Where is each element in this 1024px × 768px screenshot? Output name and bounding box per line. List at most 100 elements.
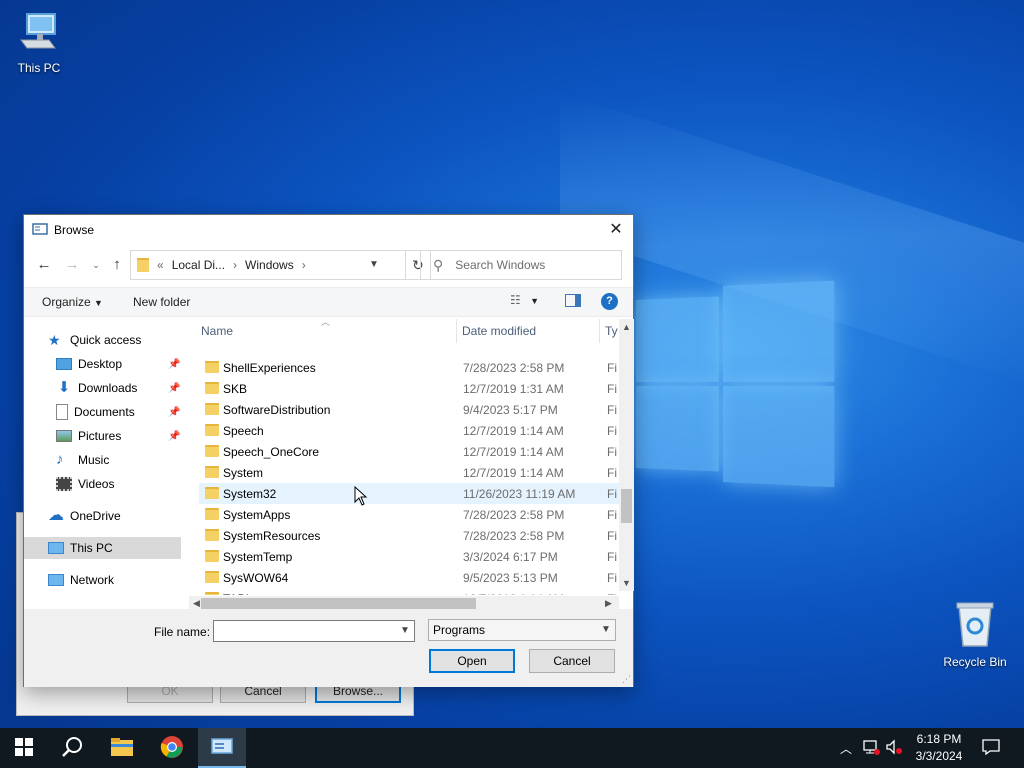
pin-icon: 📌	[168, 383, 181, 394]
back-button[interactable]: ←	[34, 255, 54, 275]
file-row[interactable]: SoftwareDistribution 9/4/2023 5:17 PM Fi	[199, 399, 619, 420]
chevron-up-icon: ︿	[839, 741, 852, 756]
folder-icon	[205, 382, 219, 394]
file-date: 12/7/2019 1:31 AM	[463, 381, 564, 396]
file-type: Fi	[607, 549, 617, 564]
pin-icon: 📌	[168, 359, 181, 370]
file-date: 9/5/2023 5:13 PM	[463, 570, 558, 585]
file-type: Fi	[607, 402, 617, 417]
nav-onedrive[interactable]: ☁ OneDrive	[48, 505, 121, 527]
file-type-select[interactable]: Programs ▼	[428, 619, 616, 641]
resize-grip-icon[interactable]: ⋰	[622, 674, 631, 685]
file-row[interactable]: System32 11/26/2023 11:19 AM Fi	[199, 483, 619, 504]
folder-icon	[205, 361, 219, 373]
preview-pane-button[interactable]	[565, 294, 581, 310]
recent-locations-button[interactable]: ⌄	[86, 255, 106, 275]
nav-desktop[interactable]: Desktop	[56, 353, 186, 375]
file-row[interactable]: Speech 12/7/2019 1:14 AM Fi	[199, 420, 619, 441]
close-icon: ✕	[609, 221, 623, 238]
column-separator[interactable]	[599, 319, 600, 343]
new-folder-button[interactable]: New folder	[133, 295, 190, 309]
file-row[interactable]: SysWOW64 9/5/2023 5:13 PM Fi	[199, 567, 619, 588]
taskbar-chrome[interactable]	[148, 728, 196, 768]
file-name: SystemResources	[223, 528, 321, 543]
taskbar-clock[interactable]: 6:18 PM 3/3/2024	[904, 731, 974, 765]
network-icon	[862, 739, 880, 758]
file-row[interactable]: System 12/7/2019 1:14 AM Fi	[199, 462, 619, 483]
show-hidden-icons-button[interactable]: ︿	[836, 728, 856, 768]
nav-label: Videos	[78, 477, 115, 491]
column-header-type[interactable]: Ty	[605, 319, 618, 343]
address-bar[interactable]: « Local Di... › Windows › ▼ ↻	[130, 250, 431, 280]
chevron-down-icon[interactable]: ▼	[398, 621, 412, 641]
address-dropdown[interactable]: ▼	[365, 251, 383, 279]
file-date: 12/7/2019 1:14 AM	[463, 592, 564, 596]
up-button[interactable]: ↑	[107, 255, 127, 275]
address-separator[interactable]: ›	[233, 258, 237, 272]
nav-label: Desktop	[78, 357, 123, 371]
start-button[interactable]	[0, 728, 48, 768]
nav-documents[interactable]: Documents	[56, 401, 186, 423]
nav-label: Pictures	[78, 429, 122, 443]
nav-downloads[interactable]: ⬇ Downloads	[56, 377, 186, 399]
file-row[interactable]: SystemTemp 3/3/2024 6:17 PM Fi	[199, 546, 619, 567]
desktop-icon-this-pc[interactable]: This PC	[4, 10, 74, 75]
computer-icon	[48, 542, 64, 554]
column-separator[interactable]	[456, 319, 457, 343]
file-date: 3/3/2024 6:17 PM	[463, 549, 558, 564]
desktop-icon-label: This PC	[17, 61, 61, 75]
organize-button[interactable]: Organize ▼	[42, 295, 103, 309]
scroll-up-icon[interactable]: ▲	[619, 319, 634, 335]
column-header-date[interactable]: Date modified	[462, 319, 536, 343]
chevron-down-icon[interactable]: ▼	[599, 620, 613, 640]
vertical-scrollbar[interactable]: ▲ ▼	[619, 319, 634, 591]
nav-this-pc[interactable]: This PC	[24, 537, 181, 559]
close-button[interactable]: ✕	[605, 219, 627, 241]
file-row[interactable]: SystemResources 7/28/2023 2:58 PM Fi	[199, 525, 619, 546]
file-type: Fi	[607, 423, 617, 438]
help-button[interactable]: ?	[601, 293, 618, 310]
view-options-button[interactable]: ☷ ▼	[510, 293, 539, 307]
address-separator[interactable]: ›	[302, 258, 306, 272]
nav-label: Music	[78, 453, 110, 467]
network-status-button[interactable]	[858, 728, 884, 768]
scroll-thumb[interactable]	[621, 489, 632, 523]
file-row[interactable]: ShellExperiences 7/28/2023 2:58 PM Fi	[199, 357, 619, 378]
open-button[interactable]: Open	[429, 649, 515, 673]
file-row[interactable]: SKB 12/7/2019 1:31 AM Fi	[199, 378, 619, 399]
taskbar-active-app[interactable]	[198, 728, 246, 768]
cancel-button[interactable]: Cancel	[529, 649, 615, 673]
file-type-value: Programs	[433, 623, 486, 637]
address-segment-local-disk[interactable]: Local Di...	[172, 258, 225, 272]
document-icon	[56, 404, 68, 420]
dialog-titlebar[interactable]: Browse	[24, 215, 633, 245]
search-box[interactable]: ⚲ Search Windows	[420, 250, 622, 280]
file-name-input[interactable]: ▼	[213, 620, 415, 642]
column-header-name[interactable]: Name	[201, 319, 233, 343]
file-type: Fi	[607, 381, 617, 396]
folder-icon	[205, 424, 219, 436]
desktop-icon-recycle-bin[interactable]: Recycle Bin	[940, 600, 1010, 669]
file-row[interactable]: TAPI12/7/2019 1:14 AMFi	[199, 588, 619, 595]
forward-button[interactable]: →	[62, 255, 82, 275]
nav-music[interactable]: ♪ Music	[56, 449, 109, 471]
scroll-down-icon[interactable]: ▼	[619, 575, 634, 591]
nav-videos[interactable]: Videos	[56, 473, 114, 495]
nav-network[interactable]: Network	[48, 569, 114, 591]
scroll-thumb[interactable]	[201, 598, 476, 609]
nav-pictures[interactable]: Pictures	[56, 425, 186, 447]
volume-button[interactable]	[884, 728, 906, 768]
file-row[interactable]: SystemApps 7/28/2023 2:58 PM Fi	[199, 504, 619, 525]
address-segment-windows[interactable]: Windows	[245, 258, 294, 272]
navigation-bar: ← → ⌄ ↑ « Local Di... › Windows › ▼ ↻ ⚲ …	[24, 249, 633, 281]
mouse-cursor-icon	[354, 485, 368, 509]
file-row[interactable]: Speech_OneCore 12/7/2019 1:14 AM Fi	[199, 441, 619, 462]
nav-quick-access[interactable]: ★ Quick access	[48, 329, 141, 351]
file-name: Speech	[223, 423, 264, 438]
folder-icon	[205, 550, 219, 562]
taskbar-search-button[interactable]	[48, 728, 96, 768]
taskbar-file-explorer[interactable]	[98, 728, 146, 768]
notifications-button[interactable]	[976, 728, 1006, 768]
address-overflow[interactable]: «	[157, 258, 164, 272]
file-list: Name ︿ Date modified Ty ShellExperiences…	[189, 317, 634, 611]
